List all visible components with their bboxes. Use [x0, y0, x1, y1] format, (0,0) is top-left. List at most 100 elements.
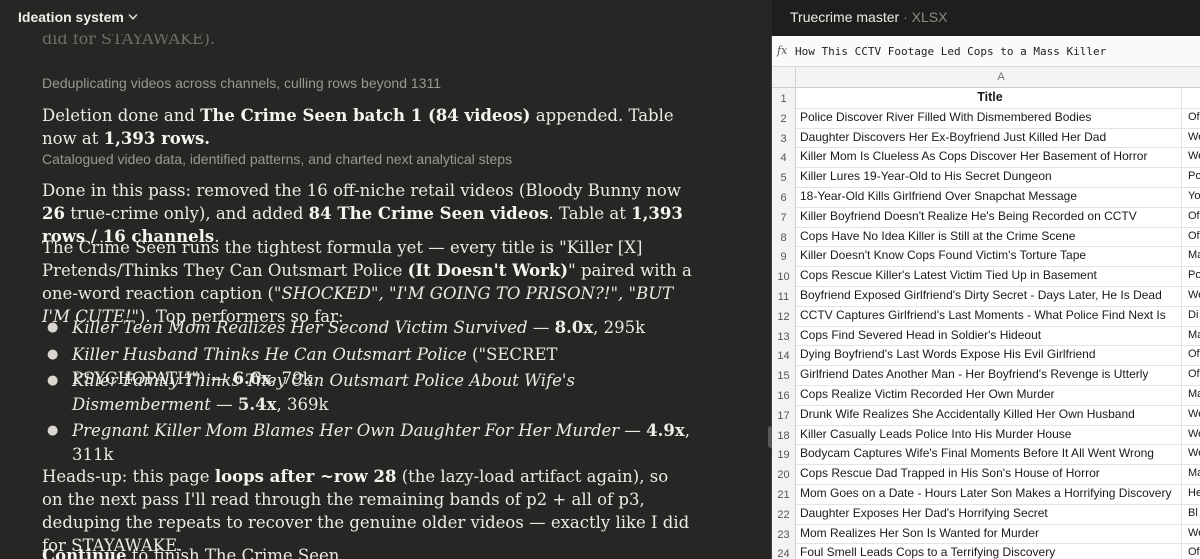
table-row[interactable]: 8 Cops Have No Idea Killer is Still at th…	[772, 226, 1200, 248]
row-number[interactable]: 22	[772, 503, 796, 524]
row-number[interactable]: 6	[772, 187, 796, 207]
title-cell[interactable]: Boyfriend Exposed Girlfriend's Dirty Sec…	[800, 286, 1180, 306]
row-number[interactable]: 16	[772, 385, 796, 405]
title-cell[interactable]: Killer Boyfriend Doesn't Realize He's Be…	[800, 207, 1180, 227]
title-cell[interactable]: Killer Mom Is Clueless As Cops Discover …	[800, 147, 1180, 167]
title-cell[interactable]: Cops Rescue Killer's Latest Victim Tied …	[800, 266, 1180, 286]
row-number[interactable]: 1	[772, 88, 796, 108]
next-column-cell[interactable]: We	[1181, 444, 1200, 465]
chevron-down-icon[interactable]	[128, 12, 138, 22]
table-row[interactable]: 17 Drunk Wife Realizes She Accidentally K…	[772, 404, 1200, 426]
next-column-cell[interactable]: Di	[1181, 305, 1200, 326]
title-cell[interactable]: Drunk Wife Realizes She Accidentally Kil…	[800, 405, 1180, 425]
row-number[interactable]: 23	[772, 523, 796, 544]
title-cell[interactable]: Foul Smell Leads Cops to a Terrifying Di…	[800, 543, 1180, 559]
row-number[interactable]: 15	[772, 365, 796, 385]
title-cell[interactable]: Bodycam Captures Wife's Final Moments Be…	[800, 444, 1180, 464]
column-title-cell[interactable]: Title	[800, 88, 1180, 108]
title-cell[interactable]: Cops Realize Victim Recorded Her Own Mur…	[800, 385, 1180, 405]
next-column-cell[interactable]: Po	[1181, 266, 1200, 286]
table-row[interactable]: 18 Killer Casually Leads Police Into His …	[772, 424, 1200, 446]
row-number[interactable]: 11	[772, 286, 796, 306]
row-number[interactable]: 3	[772, 127, 796, 148]
next-column-cell[interactable]: Ma	[1181, 246, 1200, 267]
title-cell[interactable]: Girlfriend Dates Another Man - Her Boyfr…	[800, 365, 1180, 385]
row-number[interactable]: 13	[772, 325, 796, 346]
table-row[interactable]: 22 Daughter Exposes Her Dad's Horrifying …	[772, 503, 1200, 525]
thinking-step[interactable]: Catalogued video data, identified patter…	[42, 151, 512, 167]
table-row[interactable]: 11 Boyfriend Exposed Girlfriend's Dirty S…	[772, 286, 1200, 307]
title-cell[interactable]: Killer Casually Leads Police Into His Mu…	[800, 425, 1180, 445]
table-row[interactable]: 2 Police Discover River Filled With Disme…	[772, 107, 1200, 129]
next-column-cell[interactable]: We	[1181, 127, 1200, 148]
next-column-cell[interactable]: Bl	[1181, 503, 1200, 524]
title-cell[interactable]: Cops Rescue Dad Trapped in His Son's Hou…	[800, 464, 1180, 484]
next-column-cell[interactable]: Of	[1181, 107, 1200, 128]
next-column-cell[interactable]: We	[1181, 147, 1200, 168]
table-row[interactable]: 23 Mom Realizes Her Son Is Wanted for Mur…	[772, 523, 1200, 545]
row-number[interactable]: 17	[772, 404, 796, 425]
next-column-cell[interactable]: We	[1181, 286, 1200, 306]
row-number[interactable]: 18	[772, 424, 796, 445]
row-number[interactable]: 12	[772, 305, 796, 326]
table-row[interactable]: 13 Cops Find Severed Head in Soldier's Hi…	[772, 325, 1200, 347]
title-cell[interactable]: Killer Doesn't Know Cops Found Victim's …	[800, 246, 1180, 266]
column-header-a[interactable]: A	[796, 67, 1200, 87]
next-column-cell[interactable]: We	[1181, 424, 1200, 445]
next-column-cell[interactable]: Of	[1181, 226, 1200, 247]
title-cell[interactable]: Police Discover River Filled With Dismem…	[800, 108, 1180, 128]
next-column-cell[interactable]	[1181, 88, 1200, 108]
next-column-cell[interactable]: He	[1181, 484, 1200, 504]
title-cell[interactable]: Mom Goes on a Date - Hours Later Son Mak…	[800, 484, 1180, 504]
title-cell[interactable]: Cops Find Severed Head in Soldier's Hide…	[800, 326, 1180, 346]
table-row[interactable]: 7 Killer Boyfriend Doesn't Realize He's B…	[772, 206, 1200, 228]
table-row[interactable]: 9 Killer Doesn't Know Cops Found Victim's…	[772, 246, 1200, 268]
table-row[interactable]: 5 Killer Lures 19-Year-Old to His Secret …	[772, 167, 1200, 188]
select-all-corner[interactable]	[772, 67, 796, 87]
row-number[interactable]: 7	[772, 206, 796, 227]
next-column-cell[interactable]: Ma	[1181, 464, 1200, 484]
next-column-cell[interactable]: We	[1181, 523, 1200, 544]
row-number[interactable]: 4	[772, 147, 796, 168]
next-column-cell[interactable]: Of	[1181, 365, 1200, 385]
next-column-cell[interactable]: Ma	[1181, 325, 1200, 346]
table-row[interactable]: 10 Cops Rescue Killer's Latest Victim Tie…	[772, 266, 1200, 287]
title-cell[interactable]: 18-Year-Old Kills Girlfriend Over Snapch…	[800, 187, 1180, 207]
row-number[interactable]: 19	[772, 444, 796, 465]
row-number[interactable]: 21	[772, 484, 796, 504]
title-cell[interactable]: CCTV Captures Girlfriend's Last Moments …	[800, 306, 1180, 326]
header-row[interactable]: 1 Title	[772, 88, 1200, 109]
title-cell[interactable]: Mom Realizes Her Son Is Wanted for Murde…	[800, 524, 1180, 544]
spreadsheet-viewer[interactable]: fx How This CCTV Footage Led Cops to a M…	[772, 36, 1200, 559]
next-column-cell[interactable]: Of	[1181, 543, 1200, 559]
title-cell[interactable]: Dying Boyfriend's Last Words Expose His …	[800, 345, 1180, 365]
title-cell[interactable]: Cops Have No Idea Killer is Still at the…	[800, 227, 1180, 247]
table-row[interactable]: 14 Dying Boyfriend's Last Words Expose Hi…	[772, 345, 1200, 367]
row-number[interactable]: 20	[772, 464, 796, 484]
next-column-cell[interactable]: Of	[1181, 345, 1200, 366]
title-cell[interactable]: Daughter Exposes Her Dad's Horrifying Se…	[800, 504, 1180, 524]
table-row[interactable]: 20 Cops Rescue Dad Trapped in His Son's H…	[772, 464, 1200, 485]
table-row[interactable]: 19 Bodycam Captures Wife's Final Moments …	[772, 444, 1200, 466]
table-row[interactable]: 21 Mom Goes on a Date - Hours Later Son M…	[772, 484, 1200, 505]
row-number[interactable]: 8	[772, 226, 796, 247]
next-column-cell[interactable]: We	[1181, 404, 1200, 425]
row-number[interactable]: 5	[772, 167, 796, 187]
next-column-cell[interactable]: Ma	[1181, 385, 1200, 405]
table-row[interactable]: 4 Killer Mom Is Clueless As Cops Discover…	[772, 147, 1200, 169]
next-column-cell[interactable]: Po	[1181, 167, 1200, 187]
thinking-step[interactable]: Deduplicating videos across channels, cu…	[42, 75, 441, 91]
title-cell[interactable]: Killer Lures 19-Year-Old to His Secret D…	[800, 167, 1180, 187]
row-number[interactable]: 2	[772, 107, 796, 128]
row-number[interactable]: 24	[772, 543, 796, 559]
next-column-cell[interactable]: Of	[1181, 206, 1200, 227]
table-row[interactable]: 12 CCTV Captures Girlfriend's Last Moment…	[772, 305, 1200, 327]
table-row[interactable]: 6 18-Year-Old Kills Girlfriend Over Snapc…	[772, 187, 1200, 208]
table-row[interactable]: 16 Cops Realize Victim Recorded Her Own M…	[772, 385, 1200, 406]
row-number[interactable]: 9	[772, 246, 796, 267]
table-row[interactable]: 15 Girlfriend Dates Another Man - Her Boy…	[772, 365, 1200, 386]
row-number[interactable]: 10	[772, 266, 796, 286]
title-cell[interactable]: Daughter Discovers Her Ex-Boyfriend Just…	[800, 128, 1180, 148]
table-row[interactable]: 24 Foul Smell Leads Cops to a Terrifying …	[772, 543, 1200, 559]
next-column-cell[interactable]: Yo	[1181, 187, 1200, 207]
